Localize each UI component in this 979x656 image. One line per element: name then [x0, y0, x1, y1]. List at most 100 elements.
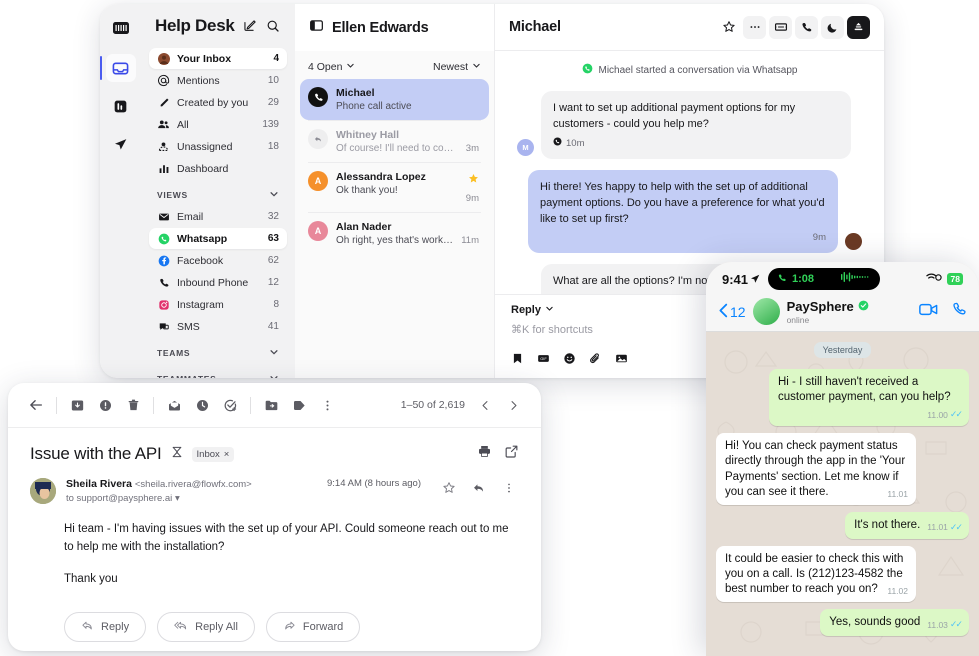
- conversation-item-whitney-hall[interactable]: Whitney Hall Of course! I'll need to co……: [300, 121, 489, 162]
- move-to-icon[interactable]: [257, 391, 285, 419]
- voice-call-icon[interactable]: [951, 301, 967, 322]
- add-task-icon[interactable]: [216, 391, 244, 419]
- report-spam-icon[interactable]: [91, 391, 119, 419]
- image-icon[interactable]: [615, 352, 628, 370]
- sidebar-item-dashboard[interactable]: Dashboard: [149, 158, 287, 179]
- print-icon[interactable]: [477, 444, 492, 464]
- sidebar-item-your-inbox[interactable]: Your Inbox 4: [149, 48, 287, 69]
- snooze-icon[interactable]: [821, 15, 844, 39]
- mention-icon: [157, 74, 170, 87]
- email-window: 1–50 of 2,619 Issue with the API Inbox ×: [8, 383, 541, 651]
- sidebar-section-teams[interactable]: TEAMS: [149, 338, 287, 364]
- email-label-chip[interactable]: Inbox ×: [191, 446, 235, 462]
- back-button[interactable]: 12: [718, 303, 746, 321]
- sidebar-item-label: All: [177, 118, 189, 131]
- assign-icon[interactable]: [847, 15, 870, 39]
- sidebar-view-inbound-phone[interactable]: Inbound Phone 12: [149, 272, 287, 293]
- more-icon[interactable]: [313, 391, 341, 419]
- star-icon[interactable]: [468, 171, 479, 189]
- forward-button[interactable]: Forward: [265, 612, 361, 643]
- filter-status-dropdown[interactable]: 4 Open: [308, 61, 355, 73]
- ticket-icon[interactable]: [769, 15, 792, 39]
- contact-avatar[interactable]: [752, 298, 780, 325]
- conversation-text: Alessandra Lopez Ok thank you!: [336, 171, 458, 204]
- whatsapp-bubble-outgoing: Hi - I still haven't received a customer…: [769, 369, 969, 427]
- email-sender-info: Sheila Rivera <sheila.rivera@flowfx.com>…: [66, 478, 317, 504]
- delete-icon[interactable]: [119, 391, 147, 419]
- dynamic-island-call[interactable]: 1:08: [768, 268, 881, 290]
- forward-icon: [283, 619, 296, 635]
- emoji-icon[interactable]: [563, 352, 576, 370]
- conversation-text: Whitney Hall Of course! I'll need to co…: [336, 129, 458, 154]
- search-icon[interactable]: [264, 18, 281, 35]
- email-sender-line: Sheila Rivera <sheila.rivera@flowfx.com>: [66, 478, 317, 490]
- phone-chat-header: 12 PaySphere online: [706, 292, 979, 332]
- conversation-text: Alan Nader Oh right, yes that's work…: [336, 221, 453, 246]
- sidebar-item-unassigned[interactable]: Unassigned 18: [149, 136, 287, 157]
- sidebar-view-facebook[interactable]: Facebook 62: [149, 250, 287, 271]
- chevron-left-icon[interactable]: [471, 391, 499, 419]
- sidebar-section-teammates[interactable]: TEAMMATES: [149, 364, 287, 378]
- chat-bubble-time: 10m: [566, 137, 585, 149]
- reply-icon: [81, 619, 94, 635]
- sidebar-item-all[interactable]: All 139: [149, 114, 287, 135]
- rail-item-reports[interactable]: [106, 92, 136, 120]
- mark-unread-icon[interactable]: [160, 391, 188, 419]
- star-icon[interactable]: [717, 16, 740, 39]
- reply-all-button[interactable]: Reply All: [157, 612, 255, 643]
- star-icon[interactable]: [439, 478, 459, 498]
- sidebar-item-mentions[interactable]: Mentions 10: [149, 70, 287, 91]
- sidebar-view-instagram[interactable]: Instagram 8: [149, 294, 287, 315]
- whatsapp-bubble-meta: 11.00 ✓✓: [927, 409, 963, 421]
- conversation-item-alessandra-lopez[interactable]: A Alessandra Lopez Ok thank you! 9m: [300, 163, 489, 212]
- panel-toggle-icon[interactable]: [309, 18, 324, 38]
- phone-status-bar: 9:41 1:08 78: [706, 262, 979, 292]
- reply-button[interactable]: Reply: [64, 612, 147, 643]
- rail-item-send[interactable]: [106, 130, 136, 158]
- email-body: Hi team - I'm having issues with the set…: [8, 504, 541, 588]
- saved-replies-icon[interactable]: [511, 352, 524, 370]
- chevron-down-icon: [269, 347, 279, 359]
- gif-icon[interactable]: GIF: [537, 352, 550, 370]
- chevron-right-icon[interactable]: [499, 391, 527, 419]
- pencil-icon: [157, 96, 170, 109]
- day-divider: Yesterday: [813, 342, 872, 358]
- conversation-time: 9m: [465, 193, 479, 204]
- video-call-icon[interactable]: [919, 302, 938, 322]
- sidebar-section-views[interactable]: VIEWS: [149, 180, 287, 206]
- conversation-item-michael[interactable]: Michael Phone call active: [300, 79, 489, 120]
- more-icon[interactable]: [743, 15, 766, 39]
- filter-status-label: 4 Open: [308, 61, 343, 73]
- more-vert-icon[interactable]: [499, 478, 519, 498]
- label-icon[interactable]: [285, 391, 313, 419]
- conversation-preview: Oh right, yes that's work…: [336, 235, 453, 246]
- snooze-icon[interactable]: [188, 391, 216, 419]
- rail-item-inbox[interactable]: [100, 54, 136, 82]
- close-icon[interactable]: ×: [224, 449, 230, 460]
- conversation-avatar: [308, 87, 328, 107]
- sidebar-view-email[interactable]: Email 32: [149, 206, 287, 227]
- email-body-paragraph: Hi team - I'm having issues with the set…: [64, 523, 509, 554]
- unassigned-icon: [157, 140, 170, 153]
- compose-icon[interactable]: [241, 18, 258, 35]
- people-icon: [157, 118, 170, 131]
- reply-icon[interactable]: [469, 478, 489, 498]
- app-icon-rail: [100, 4, 141, 378]
- open-in-new-icon[interactable]: [504, 444, 519, 464]
- attach-icon[interactable]: [589, 352, 602, 370]
- conversation-time: 11m: [461, 235, 479, 246]
- sidebar-view-whatsapp[interactable]: Whatsapp 63: [149, 228, 287, 249]
- reply-all-button-label: Reply All: [195, 621, 238, 634]
- conversation-item-alan-nader[interactable]: A Alan Nader Oh right, yes that's work… …: [300, 213, 489, 254]
- email-recipient[interactable]: to support@paysphere.ai ▾: [66, 493, 317, 504]
- sidebar-item-label: Created by you: [177, 96, 249, 109]
- conversation-avatar: [308, 129, 328, 149]
- sidebar-item-created-by-you[interactable]: Created by you 29: [149, 92, 287, 113]
- call-icon[interactable]: [795, 15, 818, 39]
- archive-icon[interactable]: [63, 391, 91, 419]
- sidebar-view-sms[interactable]: SMS 41: [149, 316, 287, 337]
- sidebar-item-count: 10: [267, 75, 279, 86]
- back-arrow-icon[interactable]: [22, 391, 50, 419]
- email-subject: Issue with the API: [30, 444, 162, 463]
- filter-sort-dropdown[interactable]: Newest: [433, 61, 481, 73]
